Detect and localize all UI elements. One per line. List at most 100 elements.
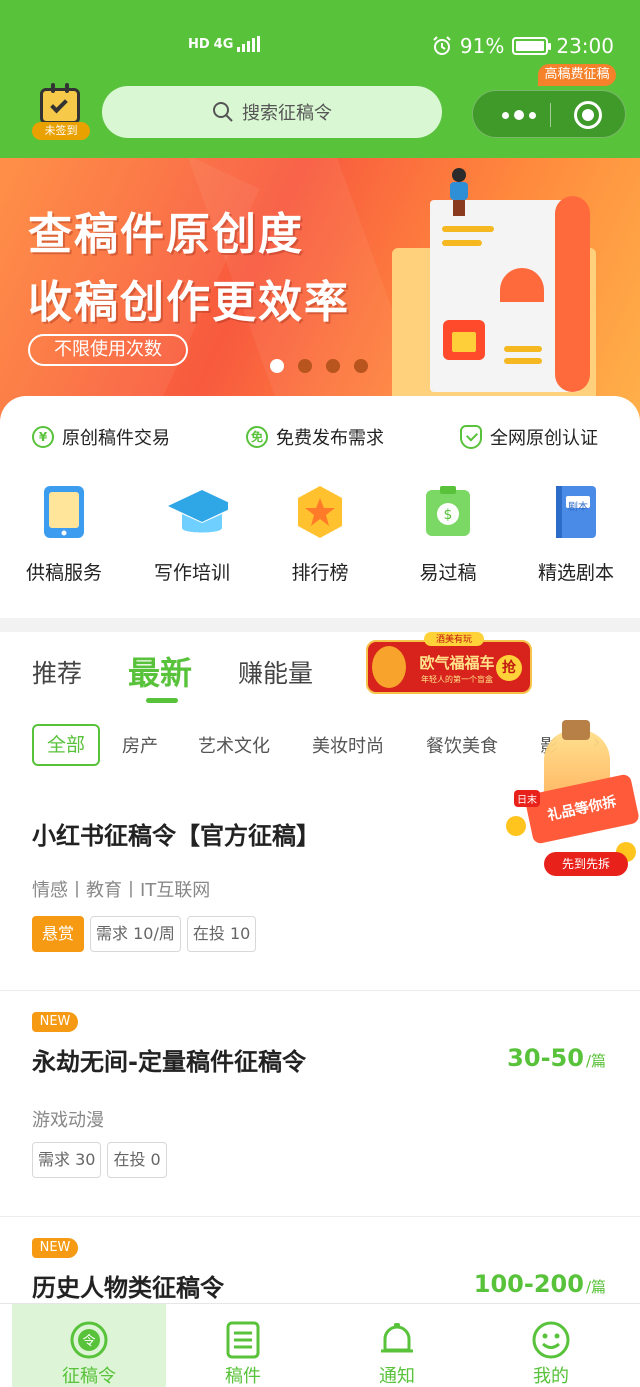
service-supply[interactable]: 供稿服务: [0, 480, 128, 590]
coin-icon: [506, 816, 526, 836]
ling-badge-icon: 令: [70, 1321, 108, 1359]
service-label: 排行榜: [291, 562, 349, 584]
banner-headline-2: 收稿创作更效率: [28, 277, 350, 328]
demand-chip: 需求 10/周: [90, 916, 181, 952]
promo-grab-button: 抢: [496, 655, 522, 681]
gift-open-button[interactable]: 先到先拆: [544, 852, 628, 876]
promo-banner[interactable]: 查稿件原创度 收稿创作更效率 不限使用次数: [0, 158, 640, 428]
network-indicator: HD 4G: [188, 36, 261, 52]
checkin-button[interactable]: 未签到: [30, 83, 90, 140]
shield-check-icon: [460, 425, 482, 449]
high-fee-badge: 高稿费征稿: [538, 64, 616, 86]
pagination-dot: [298, 359, 312, 373]
tab-recommend[interactable]: 推荐: [32, 654, 82, 690]
document-scroll-illustration: [555, 196, 590, 392]
nav-tab-profile[interactable]: 我的: [474, 1304, 628, 1387]
listing-price: 100-200/篇: [473, 1270, 606, 1298]
checkin-label: 未签到: [32, 122, 90, 140]
search-placeholder: 搜索征稿令: [242, 103, 332, 124]
smiley-face-icon: [532, 1321, 570, 1359]
listing-tags: 情感丨教育丨IT互联网: [32, 880, 211, 901]
status-right: 91% 23:00: [432, 34, 614, 58]
reward-chip: 悬赏: [32, 916, 85, 952]
nav-tab-notifications[interactable]: 通知: [320, 1304, 474, 1387]
new-badge: NEW: [32, 1012, 78, 1032]
listing-title: 小红书征稿令【官方征稿】: [32, 822, 320, 850]
promo-subtitle: 年轻人的第一个盲盒: [421, 675, 493, 684]
hd-label: HD: [188, 36, 210, 52]
star-hexagon-icon: [298, 486, 342, 538]
status-bar: HD 4G 91% 23:00: [0, 0, 640, 70]
script-book-text: 剧本: [568, 502, 588, 513]
category-realestate[interactable]: 房产: [122, 732, 158, 758]
service-easy-pass[interactable]: $ 易过稿: [384, 480, 512, 590]
service-label: 供稿服务: [25, 562, 102, 584]
lucky-car-promo[interactable]: 酒美有玩 欧气福福车 年轻人的第一个盲盒 抢: [366, 632, 532, 694]
list-divider: [0, 1216, 640, 1217]
submitted-chip: 在投 0: [107, 1142, 167, 1178]
floating-gift-widget[interactable]: 礼品等你拆 日末 先到先拆: [504, 718, 640, 880]
nav-tab-manuscripts[interactable]: 稿件: [166, 1304, 320, 1387]
svg-text:令: 令: [82, 1334, 95, 1349]
feature-label: 全网原创认证: [490, 428, 598, 449]
listing-card[interactable]: NEW 永劫无间-定量稿件征稿令 30-50/篇 游戏动漫 需求 30 在投 0: [0, 990, 640, 1216]
alarm-icon: [433, 36, 451, 55]
battery-icon: [512, 37, 552, 55]
listing-tags: 游戏动漫: [32, 1110, 104, 1131]
svg-text:$: $: [444, 507, 453, 523]
service-label: 易过稿: [419, 562, 477, 584]
listing-card[interactable]: NEW 历史人物类征稿令 100-200/篇: [0, 1216, 640, 1316]
close-miniprogram-icon[interactable]: [574, 101, 602, 129]
nav-tab-calls[interactable]: 令 征稿令: [12, 1304, 166, 1387]
feature-strip: ¥ 原创稿件交易 免 免费发布需求 全网原创认证: [0, 424, 640, 458]
pagination-dot: [326, 359, 340, 373]
feed-tabs: 推荐 最新 赚能量 酒美有玩 欧气福福车 年轻人的第一个盲盒 抢: [0, 632, 640, 712]
category-beauty[interactable]: 美妆时尚: [312, 732, 384, 758]
bell-icon: [381, 1323, 413, 1353]
service-ranking[interactable]: 排行榜: [256, 480, 384, 590]
search-bar[interactable]: 搜索征稿令: [102, 86, 442, 138]
calendar-check-icon: [40, 83, 80, 124]
free-circle-icon: 免: [246, 426, 268, 448]
new-badge: NEW: [32, 1238, 78, 1258]
feature-originality-cert: 全网原创认证: [460, 424, 598, 450]
document-list-icon: [226, 1321, 260, 1359]
listing-chips: 需求 30 在投 0: [32, 1142, 167, 1178]
services-panel: ¥ 原创稿件交易 免 免费发布需求 全网原创认证 供稿服务 写作培训 排行榜 $…: [0, 396, 640, 618]
pagination-dot: [270, 359, 284, 373]
promo-top-label: 酒美有玩: [424, 632, 484, 646]
miniprogram-capsule: [472, 90, 626, 138]
banner-pill: 不限使用次数: [28, 334, 188, 366]
nav-label: 通知: [379, 1366, 415, 1387]
tab-latest[interactable]: 最新: [128, 648, 192, 694]
service-training[interactable]: 写作培训: [128, 480, 256, 590]
feature-label: 免费发布需求: [276, 428, 384, 449]
gift-icon: [443, 320, 485, 360]
tiger-mascot-icon: [372, 646, 406, 688]
tab-earn-energy[interactable]: 赚能量: [238, 654, 313, 690]
signal-label: 4G: [213, 36, 234, 52]
listing-chips: 悬赏 需求 10/周 在投 10: [32, 916, 257, 952]
day-tag: 日末: [514, 790, 540, 807]
active-tab-indicator: [146, 698, 178, 703]
feature-original-trade: ¥ 原创稿件交易: [32, 424, 170, 450]
banner-pagination: [270, 359, 368, 373]
tablet-icon: [44, 486, 84, 538]
service-label: 写作培训: [153, 562, 230, 584]
category-arts[interactable]: 艺术文化: [198, 732, 270, 758]
yuan-circle-icon: ¥: [32, 426, 54, 448]
feature-free-publish: 免 免费发布需求: [246, 424, 384, 450]
nav-label: 征稿令: [62, 1366, 116, 1387]
category-all[interactable]: 全部: [32, 724, 100, 766]
section-divider: [0, 618, 640, 632]
submitted-chip: 在投 10: [186, 916, 257, 952]
gift-tag: 礼品等你拆: [523, 773, 640, 845]
service-scripts[interactable]: 剧本 精选剧本: [512, 480, 640, 590]
more-menu-icon[interactable]: [495, 99, 543, 131]
feature-label: 原创稿件交易: [62, 428, 170, 449]
category-food[interactable]: 餐饮美食: [426, 732, 498, 758]
nav-label: 我的: [533, 1366, 569, 1387]
listing-price: 30-50/篇: [507, 1044, 606, 1072]
list-divider: [0, 990, 640, 991]
listing-title: 永劫无间-定量稿件征稿令: [32, 1048, 306, 1076]
